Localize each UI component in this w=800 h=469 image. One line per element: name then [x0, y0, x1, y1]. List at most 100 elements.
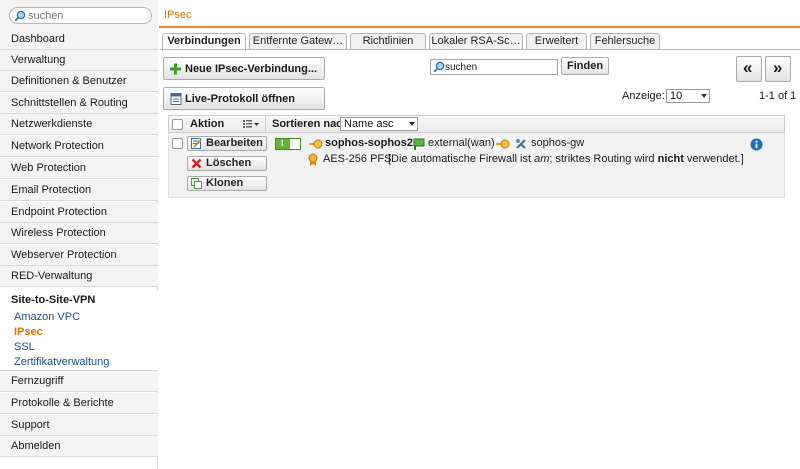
- nav-schnittstellen-routing[interactable]: Schnittstellen & Routing: [0, 93, 158, 114]
- tab-fehlersuche[interactable]: Fehlersuche: [590, 33, 660, 50]
- nav-definitionen-benutzer[interactable]: Definitionen & Benutzer: [0, 71, 158, 92]
- chevron-down-icon: [701, 94, 707, 98]
- clone-icon: [191, 178, 202, 189]
- tab-divider: [160, 49, 800, 50]
- nav-verwaltung[interactable]: Verwaltung: [0, 50, 158, 71]
- nav-red-verwaltung[interactable]: RED-Verwaltung: [0, 266, 158, 287]
- open-live-log-label: Live-Protokoll öffnen: [185, 92, 295, 105]
- find-button-label: Finden: [567, 60, 604, 72]
- tab-lokaler-rsa-schluessel[interactable]: Lokaler RSA-Sc…: [429, 33, 523, 50]
- nav-label: Webserver Protection: [11, 249, 117, 261]
- nav-fernzugriff[interactable]: Fernzugriff: [0, 371, 158, 392]
- nav-webserver-protection[interactable]: Webserver Protection: [0, 245, 158, 266]
- page-header: IPsec: [159, 0, 800, 28]
- connection-policy: AES-256 PFS: [323, 153, 392, 165]
- page-title: IPsec: [164, 9, 192, 21]
- nav-label: Verwaltung: [11, 54, 66, 66]
- connection-interface: external(wan): [428, 137, 495, 149]
- first-page-button[interactable]: «: [736, 56, 762, 82]
- delete-x-icon: [191, 158, 202, 169]
- description-bold: nicht: [657, 153, 684, 165]
- plus-icon: [170, 63, 181, 74]
- nav-dashboard[interactable]: Dashboard: [0, 29, 158, 50]
- double-right-chevron-icon: »: [773, 58, 783, 77]
- info-icon[interactable]: [750, 138, 763, 151]
- filter-input[interactable]: [445, 61, 555, 73]
- double-left-chevron-icon: «: [743, 58, 753, 77]
- sidebar-search-field[interactable]: [9, 7, 152, 24]
- display-count-select[interactable]: 10: [666, 89, 710, 103]
- nav-label: Dashboard: [11, 33, 65, 45]
- list-header: Aktion Sortieren nach: Name asc: [168, 115, 785, 133]
- nav-label: Email Protection: [11, 184, 92, 196]
- edit-icon: [191, 138, 202, 149]
- nav-support[interactable]: Support: [0, 415, 158, 436]
- new-ipsec-connection-button[interactable]: Neue IPsec-Verbindung...: [163, 57, 325, 80]
- action-column-header: Aktion: [190, 118, 225, 130]
- find-button[interactable]: Finden: [561, 57, 609, 75]
- clone-button-label: Klonen: [206, 177, 244, 189]
- edit-button[interactable]: Bearbeiten: [187, 136, 267, 151]
- connection-name: sophos-sophos2: [325, 137, 414, 149]
- sidebar: Dashboard Verwaltung Definitionen & Benu…: [0, 0, 158, 469]
- nav-group-title[interactable]: Site-to-Site-VPN: [0, 291, 158, 310]
- edit-button-label: Bearbeiten: [206, 137, 263, 149]
- select-all-checkbox[interactable]: [172, 119, 183, 130]
- nav-email-protection[interactable]: Email Protection: [0, 180, 158, 201]
- nav-wireless-protection[interactable]: Wireless Protection: [0, 223, 158, 244]
- nav-endpoint-protection[interactable]: Endpoint Protection: [0, 202, 158, 223]
- clone-button[interactable]: Klonen: [187, 176, 267, 191]
- nav-netzwerkdienste[interactable]: Netzwerkdienste: [0, 114, 158, 135]
- open-live-log-button[interactable]: Live-Protokoll öffnen: [163, 87, 325, 110]
- nav-label: Network Protection: [11, 140, 104, 152]
- description-em: am: [534, 153, 550, 165]
- filter-field[interactable]: [430, 59, 558, 75]
- nav-sub-amazon-vpc[interactable]: Amazon VPC: [14, 311, 80, 323]
- nav-label: Protokolle & Berichte: [11, 397, 114, 409]
- sort-by-value: Name asc: [344, 118, 394, 130]
- description-text: ; striktes Routing wird: [549, 153, 658, 165]
- toggle-label: I: [281, 138, 284, 148]
- nav-sub-ssl[interactable]: SSL: [14, 341, 35, 353]
- sidebar-search-input[interactable]: [28, 9, 146, 22]
- table-row: Bearbeiten Löschen Klonen I sophos-sopho…: [168, 133, 785, 198]
- delete-button-label: Löschen: [206, 157, 252, 169]
- sort-by-select[interactable]: Name asc: [340, 117, 418, 131]
- nav-label: Support: [11, 419, 50, 431]
- nav-label: Abmelden: [11, 440, 61, 452]
- nav-label: Schnittstellen & Routing: [11, 97, 128, 109]
- new-ipsec-connection-label: Neue IPsec-Verbindung...: [185, 62, 318, 75]
- nav-network-protection[interactable]: Network Protection: [0, 136, 158, 157]
- ipsec-connection-icon: [496, 139, 510, 149]
- interface-icon: [413, 138, 425, 150]
- nav-sub-zertifikatverwaltung[interactable]: Zertifikatverwaltung: [14, 356, 109, 368]
- pagination-info: 1-1 of 1: [759, 90, 797, 102]
- nav-web-protection[interactable]: Web Protection: [0, 158, 158, 179]
- delete-button[interactable]: Löschen: [187, 156, 267, 171]
- column-options-icon[interactable]: [243, 119, 259, 129]
- nav-sub-ipsec[interactable]: IPsec: [14, 326, 43, 338]
- ipsec-connection-icon: [309, 139, 323, 149]
- tab-entfernte-gateways[interactable]: Entfernte Gatew…: [249, 33, 347, 50]
- nav-protokolle-berichte[interactable]: Protokolle & Berichte: [0, 393, 158, 414]
- nav-abmelden[interactable]: Abmelden: [0, 436, 158, 457]
- gateway-icon: [516, 139, 526, 149]
- log-document-icon: [170, 92, 182, 105]
- policy-icon: [308, 153, 318, 166]
- sidebar-search-area: [0, 0, 158, 30]
- chevron-down-icon: [409, 122, 415, 126]
- description-text: verwendet.]: [683, 153, 744, 165]
- display-count-label: Anzeige:: [622, 90, 665, 102]
- tab-erweitert[interactable]: Erweitert: [526, 33, 587, 50]
- row-checkbox[interactable]: [172, 138, 183, 149]
- nav-label: RED-Verwaltung: [11, 270, 93, 282]
- description-text: [Die automatische Firewall ist: [388, 153, 535, 165]
- nav-label: Definitionen & Benutzer: [11, 75, 127, 87]
- nav-label: Fernzugriff: [11, 375, 64, 387]
- nav-label: Netzwerkdienste: [11, 118, 93, 130]
- last-page-button[interactable]: »: [765, 56, 791, 82]
- nav-label: Wireless Protection: [11, 227, 106, 239]
- nav-label: Web Protection: [11, 162, 87, 174]
- status-toggle[interactable]: I: [275, 138, 301, 150]
- tab-richtlinien[interactable]: Richtlinien: [350, 33, 426, 50]
